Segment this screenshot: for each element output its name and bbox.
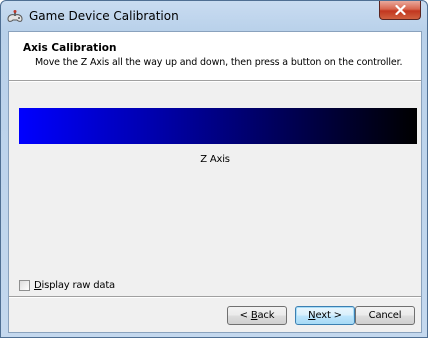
back-button[interactable]: < Back [227,306,287,325]
joystick-icon [7,9,23,23]
page-instructions: Move the Z Axis all the way up and down,… [35,57,403,68]
close-button[interactable] [379,1,421,20]
z-axis-position-bar [19,108,417,144]
title-bar[interactable]: Game Device Calibration [1,1,427,31]
page-title: Axis Calibration [23,42,117,54]
calibration-window: Game Device Calibration Axis Calibration… [0,0,428,338]
next-button[interactable]: Next > [295,306,355,325]
wizard-header: Axis Calibration Move the Z Axis all the… [9,32,421,80]
close-icon [394,5,406,15]
display-raw-data-checkbox[interactable] [19,279,30,291]
display-raw-data-option[interactable]: Display raw data [19,278,115,292]
window-title: Game Device Calibration [29,9,179,23]
axis-label: Z Axis [200,154,230,165]
dialog-client-area: Axis Calibration Move the Z Axis all the… [8,31,422,333]
cancel-button[interactable]: Cancel [355,306,415,325]
display-raw-data-label[interactable]: Display raw data [34,280,115,291]
